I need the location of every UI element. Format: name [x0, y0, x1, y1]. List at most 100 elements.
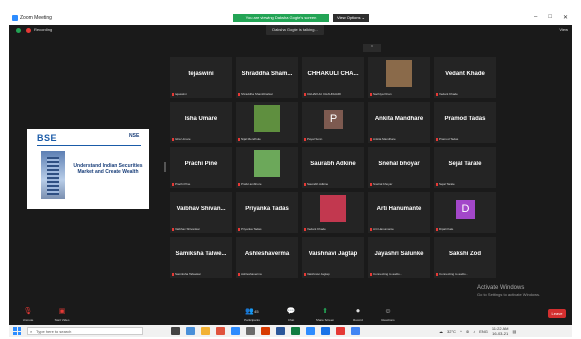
clock[interactable]: 11:22 AM 16-03-21	[492, 326, 509, 336]
start-video-button[interactable]: ▣ Start Video	[49, 307, 75, 322]
shared-slide-title: Understand Indian Securities Market and …	[73, 163, 143, 175]
leave-button[interactable]: Leave	[548, 309, 566, 318]
participant-name: Snehal bhoyar	[378, 161, 420, 167]
network-icon[interactable]: ⊜	[466, 329, 469, 334]
participant-label: Saurabh Adkine	[304, 182, 328, 186]
participant-name: Sakshi Zod	[448, 251, 481, 257]
microphone-muted-icon	[238, 182, 240, 186]
participant-tile[interactable]: Nijal Mendhule	[236, 102, 298, 143]
participant-tile[interactable]: Vedant Khade Vedant Khade	[434, 57, 496, 98]
unmute-button[interactable]: 🎙 Unmute	[15, 307, 41, 322]
microphone-muted-icon	[304, 272, 306, 276]
taskbar-search-input[interactable]: ⌕ Type here to search	[27, 327, 143, 335]
view-button[interactable]: View	[559, 27, 568, 32]
share-screen-button[interactable]: ⬆ Share Screen	[309, 307, 341, 322]
tray-chevron-icon[interactable]: ^	[460, 329, 462, 334]
participant-tile[interactable]: Vaibhav Shivan... Vaibhav Shivankar	[170, 192, 232, 233]
microphone-muted-icon	[172, 272, 174, 276]
participant-name: Vaishnavi Jagtap	[308, 251, 358, 257]
watermark-title: Activate Windows	[477, 285, 525, 291]
task-view-icon[interactable]	[171, 327, 180, 335]
unmute-label: Unmute	[22, 318, 34, 322]
microphone-muted-icon	[370, 227, 372, 231]
app-icon[interactable]	[186, 327, 195, 335]
participant-tile[interactable]: Pramod Tadas Pramod Tadas	[434, 102, 496, 143]
participant-tile[interactable]: P Payal Sonn	[302, 102, 364, 143]
participant-tile[interactable]: Jayashri Salunke Connecting to audio...	[368, 237, 430, 278]
participant-tile[interactable]: Vedant Khade	[302, 192, 364, 233]
title-bar: Zoom Meeting You are viewing Daksha Gogt…	[9, 11, 572, 25]
weather-temperature[interactable]: 32°C	[447, 329, 456, 334]
participant-tile[interactable]: D Dipali Kale	[434, 192, 496, 233]
participant-label-text: Vaibhav Shivankar	[175, 227, 200, 231]
participant-tile[interactable]: CHHAKULI CHA... CHHAKULI CHAUDHARI	[302, 57, 364, 98]
participant-tile[interactable]: Priyanka Tadas Priyanka Tadas	[236, 192, 298, 233]
volume-icon[interactable]: ♪	[473, 329, 475, 334]
app-icon[interactable]	[216, 327, 225, 335]
participant-label: Isha Umare	[172, 137, 191, 141]
zoom-screen: Zoom Meeting You are viewing Daksha Gogt…	[9, 11, 572, 337]
app-icon[interactable]	[336, 327, 345, 335]
file-explorer-icon[interactable]	[201, 327, 210, 335]
participant-name: Samiksha Talwe...	[175, 251, 227, 257]
microphone-muted-icon	[370, 272, 372, 276]
reactions-button[interactable]: ☺ Reactions	[375, 307, 401, 322]
participant-tile[interactable]: Sakshi Zod Connecting to audio...	[434, 237, 496, 278]
participants-count: 45	[254, 309, 259, 314]
participant-label-text: Ankita Mandhare	[373, 137, 396, 141]
app-icon[interactable]	[246, 327, 255, 335]
microphone-muted-icon	[172, 182, 174, 186]
participant-name: tejaswini	[188, 71, 214, 77]
active-speaker-indicator: Daksha Gogte is talking...	[266, 25, 324, 35]
participant-tile[interactable]: Saurabh Adkine Saurabh Adkine	[302, 147, 364, 188]
chrome-icon[interactable]	[321, 327, 330, 335]
minimize-button[interactable]: –	[534, 14, 537, 21]
participant-tile[interactable]: Shraddha Sham... Shraddha Shambharkar	[236, 57, 298, 98]
windows-start-icon[interactable]	[13, 327, 21, 335]
excel-icon[interactable]	[291, 327, 300, 335]
participant-tile[interactable]: Ashleshaverma Ashleshaverma	[236, 237, 298, 278]
participant-name: Prachi Pine	[184, 161, 218, 167]
participant-tile[interactable]: Isha Umare Isha Umare	[170, 102, 232, 143]
activate-windows-watermark: Activate Windows Go to Settings to activ…	[477, 285, 540, 297]
participant-label: tejaswini	[172, 92, 187, 96]
participant-label: Prachi Pine	[172, 182, 190, 186]
app-icon[interactable]	[351, 327, 360, 335]
participant-tile[interactable]: Vaishnavi Jagtap Vaishnavi Jagtap	[302, 237, 364, 278]
shared-screen-thumbnail[interactable]: BSE NSE Understand Indian Securities Mar…	[27, 129, 149, 209]
participant-tile[interactable]: Snehal bhoyar Snehal bhoyar	[368, 147, 430, 188]
microphone-muted-icon	[238, 92, 240, 96]
chat-button[interactable]: 💬 Chat	[278, 307, 304, 322]
maximize-button[interactable]: □	[548, 14, 552, 21]
participant-label: Sejal Tarale	[436, 182, 455, 186]
participant-label: CHHAKULI CHAUDHARI	[304, 92, 341, 96]
language-indicator[interactable]: ENG	[479, 329, 488, 334]
splitter-handle[interactable]	[164, 162, 166, 172]
participant-tile[interactable]: Sachiya Khan	[368, 57, 430, 98]
close-button[interactable]: ✕	[563, 14, 568, 21]
participant-label: Praful ambhure	[238, 182, 262, 186]
participant-tile[interactable]: Arti Hanumante Arti Hanumante	[368, 192, 430, 233]
participant-label: Sachiya Khan	[370, 92, 392, 96]
participant-tile[interactable]: Samiksha Talwe... Samiksha Talwekar	[170, 237, 232, 278]
participant-tile[interactable]: Sejal Tarale Sejal Tarale	[434, 147, 496, 188]
view-options-button[interactable]: View Options ⌄	[333, 14, 369, 22]
notifications-icon[interactable]: ▤	[512, 329, 516, 334]
participant-tile[interactable]: Prachi Pine Prachi Pine	[170, 147, 232, 188]
participant-name: Sejal Tarale	[448, 161, 482, 167]
word-icon[interactable]	[276, 327, 285, 335]
collapse-gallery-button[interactable]: ⌃	[363, 44, 381, 52]
participants-button[interactable]: 👥45 Participants	[235, 307, 269, 322]
app-icon[interactable]	[261, 327, 270, 335]
participant-tile[interactable]: Ankita Mandhare Ankita Mandhare	[368, 102, 430, 143]
encryption-icon[interactable]	[16, 28, 21, 33]
participant-tile[interactable]: tejaswini tejaswini	[170, 57, 232, 98]
participant-label: Snehal bhoyar	[370, 182, 392, 186]
participant-tile[interactable]: Praful ambhure	[236, 147, 298, 188]
participants-label: Participants	[244, 318, 260, 322]
zoom-taskbar-icon[interactable]	[306, 327, 315, 335]
app-icon[interactable]	[231, 327, 240, 335]
share-screen-icon: ⬆	[322, 308, 328, 315]
participant-name: Saurabh Adkine	[310, 161, 356, 167]
record-button[interactable]: ⏺ Record	[345, 307, 371, 322]
